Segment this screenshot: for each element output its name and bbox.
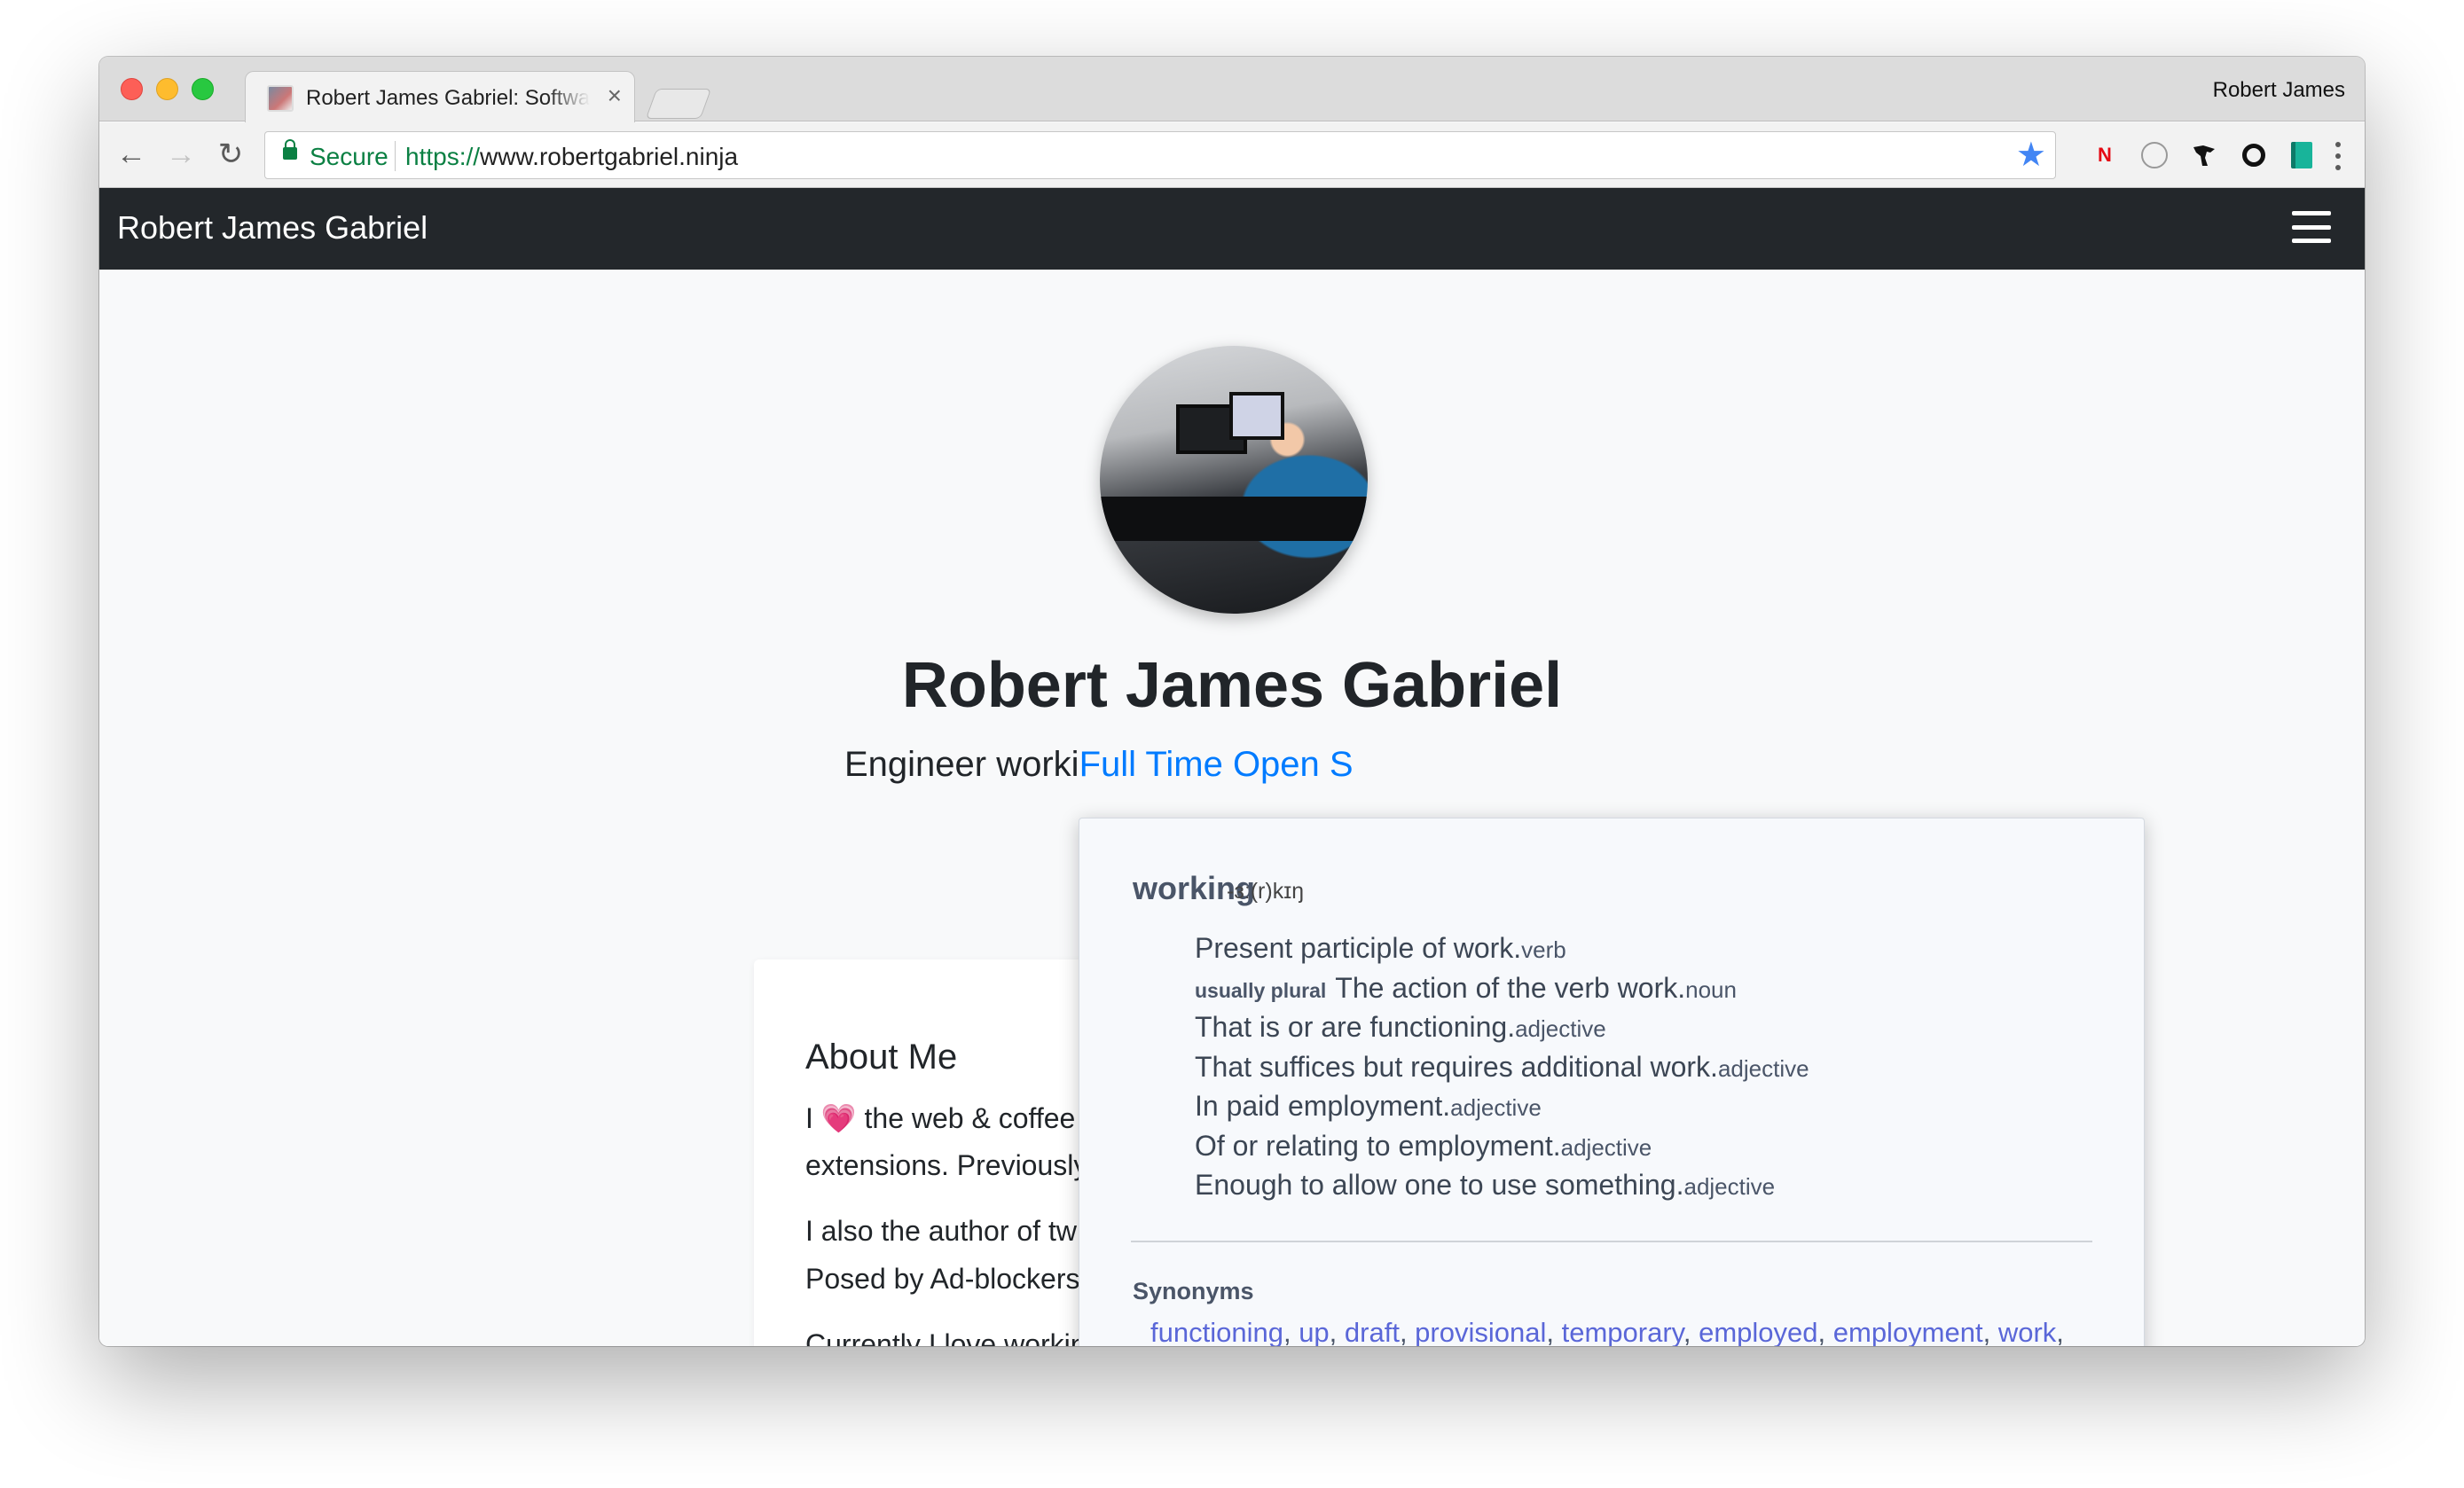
definition-text: In paid employment. xyxy=(1195,1090,1451,1122)
dictionary-phonetic: -ɜː(r)kɪŋ xyxy=(1227,879,1305,904)
avatar xyxy=(1100,346,1368,614)
part-of-speech: adjective xyxy=(1450,1094,1542,1121)
part-of-speech: adjective xyxy=(1560,1133,1652,1161)
about-line: extensions. Previously xyxy=(805,1149,1088,1181)
part-of-speech: adjective xyxy=(1683,1173,1776,1200)
address-bar[interactable]: Secure https://www.robertgabriel.ninja ★ xyxy=(264,131,2056,179)
browser-window: Robert James Gabriel: Software Engineer … xyxy=(99,57,2365,1346)
book-icon[interactable] xyxy=(2287,140,2317,170)
synonym-link[interactable]: draft xyxy=(1345,1317,1400,1346)
subtitle-text: Engineer worki xyxy=(844,745,1079,784)
back-arrow-icon[interactable]: ← xyxy=(112,135,151,174)
about-line: I 💗 the web & coffee xyxy=(805,1102,1076,1134)
synonyms-title: Synonyms xyxy=(1133,1278,1254,1304)
about-line: Currently I love workin xyxy=(805,1328,1087,1346)
definition-text: Present participle of work. xyxy=(1195,932,1522,964)
tab-active[interactable]: Robert James Gabriel: Software Engineer … xyxy=(245,71,635,122)
tab-close-icon[interactable]: × xyxy=(608,82,622,109)
site-navbar: Robert James Gabriel xyxy=(99,188,2365,270)
part-of-speech: adjective xyxy=(1515,1015,1606,1042)
divider xyxy=(1131,1241,2092,1242)
site-brand[interactable]: Robert James Gabriel xyxy=(117,209,428,247)
dictionary-popup: working -ɜː(r)kɪŋ Present participle of … xyxy=(1079,818,2145,1346)
part-of-speech: verb xyxy=(1521,936,1566,963)
definition-text: That is or are functioning. xyxy=(1195,1011,1516,1043)
zoom-window-button[interactable] xyxy=(192,78,214,100)
browser-menu-icon[interactable] xyxy=(2329,138,2347,174)
part-of-speech: adjective xyxy=(1717,1054,1809,1082)
definition-tag: usually plural xyxy=(1195,978,1327,1002)
hawk-icon[interactable] xyxy=(2189,140,2219,170)
synonym-link[interactable]: functioning xyxy=(1150,1317,1283,1346)
definition-item: In paid employment.adjective xyxy=(1195,1090,1809,1130)
ghostery-icon[interactable] xyxy=(2139,140,2170,170)
synonym-link[interactable]: temporary xyxy=(1562,1317,1683,1346)
subtitle-link[interactable]: Full Time Open S xyxy=(1079,745,1354,784)
lock-icon xyxy=(283,139,297,160)
about-line: I also the author of tw xyxy=(805,1215,1077,1247)
minimize-window-button[interactable] xyxy=(156,78,178,100)
definition-item: That is or are functioning.adjective xyxy=(1195,1011,1809,1051)
synonym-list: functioning, up, draft, provisional, tem… xyxy=(1150,1317,2064,1346)
favicon-icon xyxy=(267,85,294,112)
tab-strip: Robert James Gabriel: Software Engineer … xyxy=(99,57,2365,122)
heart-icon: 💗 xyxy=(820,1102,857,1134)
about-line: Posed by Ad-blockers xyxy=(805,1263,1080,1295)
synonym-link[interactable]: employed xyxy=(1699,1317,1817,1346)
opera-icon[interactable] xyxy=(2239,140,2269,170)
bookmark-star-icon[interactable]: ★ xyxy=(2016,136,2046,175)
browser-toolbar: ← → ↻ Secure https://www.robertgabriel.n… xyxy=(99,122,2365,188)
close-window-button[interactable] xyxy=(121,78,143,100)
synonym-link[interactable]: employment xyxy=(1833,1317,1983,1346)
definition-item: usually plural The action of the verb wor… xyxy=(1195,972,1809,1012)
url-host: www.robertgabriel.ninja xyxy=(480,143,739,170)
secure-label: Secure xyxy=(310,143,388,170)
new-tab-button[interactable] xyxy=(645,89,712,119)
definition-text: The action of the verb work. xyxy=(1335,971,1686,1004)
part-of-speech: noun xyxy=(1685,975,1737,1003)
subtitle: Engineer workiFull Time Open S xyxy=(844,745,1354,785)
tab-title: Robert James Gabriel: Software Engineer xyxy=(306,86,590,110)
profile-name[interactable]: Robert James xyxy=(2213,78,2345,103)
url-text[interactable]: https://www.robertgabriel.ninja xyxy=(405,143,738,171)
definition-text: That suffices but requires additional wo… xyxy=(1195,1050,1718,1083)
definition-item: Present participle of work.verb xyxy=(1195,932,1809,972)
definition-text: Of or relating to employment. xyxy=(1195,1129,1561,1162)
about-title: About Me xyxy=(805,1038,958,1077)
definition-item: That suffices but requires additional wo… xyxy=(1195,1051,1809,1091)
hamburger-menu-icon[interactable] xyxy=(2292,211,2331,243)
synonym-link[interactable]: up xyxy=(1299,1317,1329,1346)
reload-icon[interactable]: ↻ xyxy=(211,135,250,174)
forward-arrow-icon[interactable]: → xyxy=(161,135,200,174)
synonym-link[interactable]: provisional xyxy=(1415,1317,1546,1346)
netflix-icon[interactable]: N xyxy=(2090,140,2120,170)
synonym-link[interactable]: work xyxy=(1998,1317,2056,1346)
omnibox-separator xyxy=(395,141,396,171)
definition-item: Of or relating to employment.adjective xyxy=(1195,1130,1809,1170)
definition-text: Enough to allow one to use something. xyxy=(1195,1169,1684,1201)
page-title: Robert James Gabriel xyxy=(901,650,1563,721)
definition-item: Enough to allow one to use something.adj… xyxy=(1195,1169,1809,1209)
web-page: Robert James Gabriel Robert James Gabrie… xyxy=(99,188,2365,1346)
url-scheme: https:// xyxy=(405,143,481,170)
definition-list: Present participle of work.verb usually p… xyxy=(1195,932,1809,1209)
